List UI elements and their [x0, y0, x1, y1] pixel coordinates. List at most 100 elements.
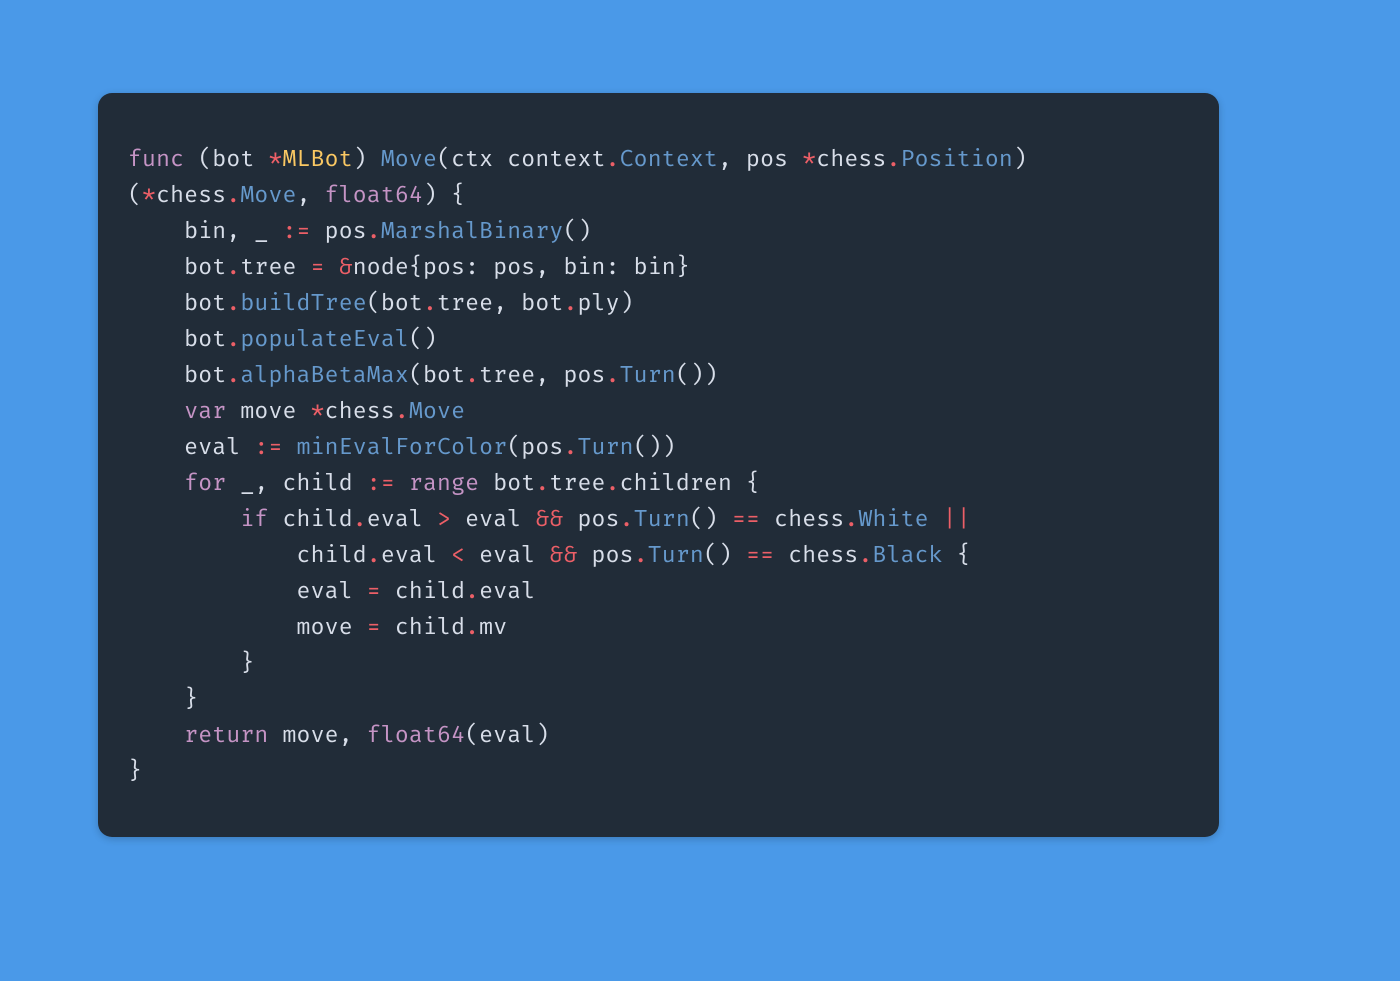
code-token: . [563, 433, 577, 461]
code-token: (eval) [465, 721, 549, 749]
code-token: ply) [578, 289, 634, 317]
code-token: eval [479, 577, 535, 605]
code-token: Turn [634, 505, 690, 533]
code-token: . [620, 505, 634, 533]
code-token: . [367, 541, 381, 569]
code-token [128, 397, 184, 425]
code-token: bot [128, 289, 226, 317]
code-token: alphaBetaMax [240, 361, 409, 389]
code-token: eval [128, 433, 254, 461]
code-token: bot [479, 469, 535, 497]
code-token: ) [353, 145, 381, 173]
code-token: . [423, 289, 437, 317]
code-token: * [142, 181, 156, 209]
code-token: return [184, 721, 268, 749]
code-token: . [465, 613, 479, 641]
code-card: func (bot *MLBot) Move(ctx context.Conte… [98, 93, 1219, 837]
code-token: bot [128, 253, 226, 281]
code-token: eval [465, 541, 549, 569]
code-token: . [226, 181, 240, 209]
code-token: . [887, 145, 901, 173]
code-token: ()) [634, 433, 676, 461]
code-token: := [367, 469, 395, 497]
code-token: chess [816, 145, 886, 173]
code-token: func [128, 145, 184, 173]
code-token: _, child [226, 469, 366, 497]
code-token: && [549, 541, 577, 569]
code-token: Black [872, 541, 942, 569]
code-token: , [297, 181, 325, 209]
code-token: chess [760, 505, 844, 533]
code-token: } [128, 649, 254, 677]
code-token: . [226, 253, 240, 281]
code-token: Move [381, 145, 437, 173]
code-token: = [367, 613, 381, 641]
code-token: tree [549, 469, 605, 497]
code-token [395, 469, 409, 497]
code-token: . [465, 361, 479, 389]
code-token: () [704, 541, 746, 569]
code-token: node{pos: pos, bin: bin} [353, 253, 690, 281]
code-token: . [858, 541, 872, 569]
code-token: . [367, 217, 381, 245]
code-token [325, 253, 339, 281]
code-token: (ctx context [437, 145, 606, 173]
code-token: for [184, 469, 226, 497]
code-token: . [465, 577, 479, 605]
code-token: bin, _ [128, 217, 283, 245]
code-token: * [268, 145, 282, 173]
code-token: tree [240, 253, 310, 281]
code-token: pos [563, 505, 619, 533]
code-token: = [367, 577, 381, 605]
code-token: move [128, 613, 367, 641]
code-token: * [311, 397, 325, 425]
code-token: Context [620, 145, 718, 173]
code-token: < [451, 541, 465, 569]
code-token: float64 [367, 721, 465, 749]
code-token: bot [128, 325, 226, 353]
code-token: var [184, 397, 226, 425]
code-token: move [226, 397, 310, 425]
code-token: . [606, 469, 620, 497]
code-token: ) { [423, 181, 465, 209]
code-token: Move [240, 181, 296, 209]
code-token: && [535, 505, 563, 533]
code-token: Position [901, 145, 1013, 173]
code-token: . [563, 289, 577, 317]
code-token: mv [479, 613, 507, 641]
code-token: . [226, 289, 240, 317]
code-token: MarshalBinary [381, 217, 564, 245]
code-token: . [634, 541, 648, 569]
code-token: float64 [325, 181, 423, 209]
code-token: if [240, 505, 268, 533]
code-token: ()) [676, 361, 718, 389]
code-token [283, 433, 297, 461]
code-token: == [732, 505, 760, 533]
code-token: (bot [184, 145, 268, 173]
code-token: } [128, 685, 198, 713]
code-token: eval [381, 541, 451, 569]
code-token: () [563, 217, 591, 245]
code-token [128, 721, 184, 749]
code-token: Turn [620, 361, 676, 389]
code-token: bot [128, 361, 226, 389]
code-token [128, 469, 184, 497]
code-token: () [409, 325, 437, 353]
code-token: } [128, 757, 142, 785]
code-token: . [844, 505, 858, 533]
code-token: { [943, 541, 971, 569]
code-token [128, 505, 240, 533]
code-token: . [535, 469, 549, 497]
code-token: range [409, 469, 479, 497]
code-token: chess [156, 181, 226, 209]
code-token: = [311, 253, 325, 281]
code-token: child [381, 613, 465, 641]
code-token: Move [409, 397, 465, 425]
code-token: chess [325, 397, 395, 425]
code-token: pos [311, 217, 367, 245]
code-token: (bot [367, 289, 423, 317]
code-token: (pos [507, 433, 563, 461]
code-token: children { [620, 469, 760, 497]
code-token: . [606, 361, 620, 389]
code-token: > [437, 505, 451, 533]
